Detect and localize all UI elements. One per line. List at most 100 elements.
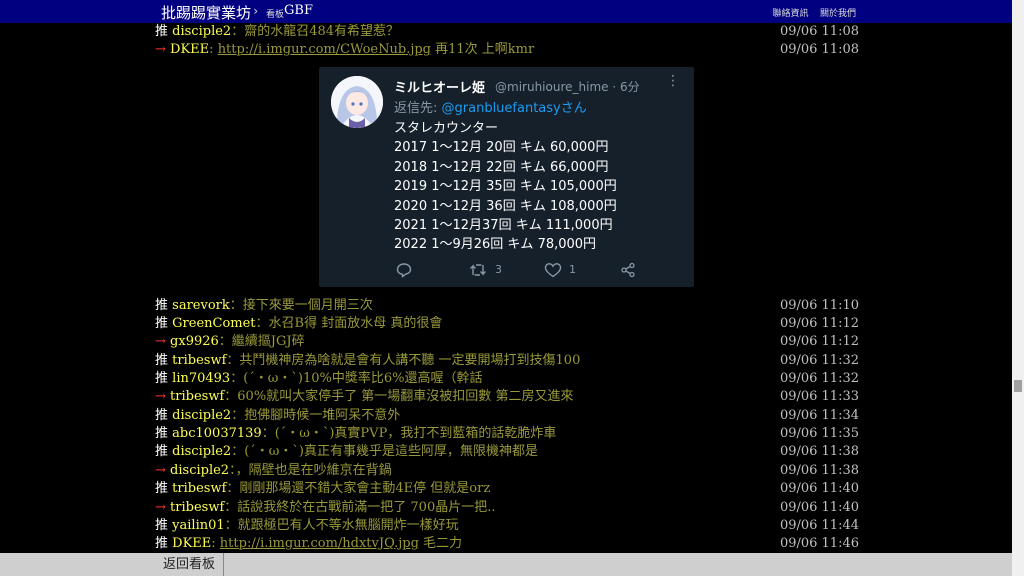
tweet-line: 2020 1～12月 36回 キム 108,000円 [394,198,617,214]
avatar [331,76,383,128]
about-link[interactable]: 關於我們 [820,9,856,19]
comment-user: gx9926 [170,334,219,349]
push-tag: 推 [155,408,169,423]
push-tag: 推 [155,426,169,441]
comment-text: ：(ˊ・ω・ˋ)真實PVP，我打不到藍箱的話乾脆炸車 [261,426,557,441]
image-link[interactable]: http://i.imgur.com/hdxtvJQ.jpg [220,536,419,551]
push-tag: 推 [155,481,169,496]
reply-icon[interactable] [396,262,412,281]
comment-text: ：話說我終於在古戰前滿一把了 700晶片一把.. [224,500,496,515]
breadcrumb-board-link[interactable]: GBF [284,3,313,18]
reply-mention-link[interactable]: @granbluefantasy [442,101,561,116]
comment-row: 推 disciple2：齋的水龍召484有希望惹？ 09/06 11:08 [155,23,865,41]
comment-user: tribeswf [172,481,227,496]
comment-row: 推 sarevork：接下來要一個月開三次 09/06 11:10 [155,297,865,315]
comment-time: 09/06 11:34 [779,408,859,423]
push-tag: 推 [155,444,169,459]
image-link[interactable]: http://i.imgur.com/CWoeNub.jpg [218,42,431,57]
arrow-tag: → [155,42,166,57]
breadcrumb-separator-icon: › [252,4,260,18]
tweet-line: 2017 1～12月 20回 キム 60,000円 [394,140,609,156]
comment-row: 推 yailin01：就跟極巴有人不等水無腦開炸一樣好玩 09/06 11:44 [155,517,865,535]
scrollbar-thumb[interactable] [1014,380,1022,392]
comment-user: GreenComet [172,316,256,331]
comment-user: tribeswf [172,353,227,368]
comment-user: sarevork [172,298,230,313]
scrollbar[interactable] [1012,0,1024,576]
comment-text: ：60%就叫大家停手了 第一場翻車沒被扣回數 第二房又進來 [224,389,574,404]
comment-row: 推 disciple2：抱佛腳時候一堆阿呆不意外 09/06 11:34 [155,407,865,425]
tweet-line: 2018 1～12月 22回 キム 66,000円 [394,159,609,175]
comment-row: → disciple2：，隔壁也是在吵維京在背鍋 09/06 11:38 [155,462,865,480]
contact-link[interactable]: 聯絡資訊 [773,9,809,19]
tweet-author-name[interactable]: ミルヒオーレ姫 [394,77,485,96]
comment-row: 推 tribeswf：剛剛那場還不錯大家會主動4E停 但就是orz 09/06 … [155,480,865,498]
like-count: 1 [569,263,576,276]
tweet-line: 2019 1～12月 35回 キム 105,000円 [394,179,617,195]
push-tag: 推 [155,353,169,368]
comment-user: tribeswf [170,500,225,515]
comment-text: 毛二力 [418,536,463,551]
comment-time: 09/06 11:08 [779,24,859,39]
comment-text: ：就跟極巴有人不等水無腦開炸一樣好玩 [224,518,459,533]
comment-time: 09/06 11:12 [779,334,859,349]
comment-row: → tribeswf：話說我終於在古戰前滿一把了 700晶片一把.. 09/06… [155,499,865,517]
comment-text: ：水召B得 封面放水母 真的很會 [255,316,443,331]
site-logo-link[interactable]: 批踢踢實業坊 [161,2,251,23]
comment-time: 09/06 11:46 [779,536,859,551]
more-options-icon[interactable]: ⋮ [666,73,680,89]
comment-time: 09/06 11:12 [779,316,859,331]
share-icon[interactable] [620,262,636,281]
push-tag: 推 [155,518,169,533]
retweet-count: 3 [495,263,502,276]
comment-text: ：接下來要一個月開三次 [229,298,373,313]
push-tag: 推 [155,316,169,331]
bottom-bar: 返回看板 [0,553,1012,576]
comment-text: ：(ˊ・ω・ˋ)10%中獎率比6%還高喔（幹話 [230,371,483,386]
comment-user: DKEE [172,536,212,551]
top-bar: 批踢踢實業坊 › 看板 GBF 聯絡資訊 關於我們 [0,0,1012,23]
comment-row: → DKEE: http://i.imgur.com/CWoeNub.jpg 再… [155,42,859,57]
tweet-author-handle[interactable]: @miruhioure_hime · 6分 [495,78,640,95]
push-tag: 推 [155,371,169,386]
back-to-board-button[interactable]: 返回看板 [155,553,224,576]
comment-text: ：，隔壁也是在吵維京在背鍋 [229,463,392,478]
comment-row: 推 disciple2：(ˊ・ω・ˋ)真正有事幾乎是這些阿厚，無限機神都是 09… [155,443,865,461]
top-links: 聯絡資訊 關於我們 [767,6,856,19]
comment-time: 09/06 11:08 [779,42,859,57]
comment-user: abc10037139 [172,426,262,441]
comment-user: disciple2 [172,444,232,459]
tweet-actions: 3 1 [394,262,644,282]
like-icon[interactable] [544,262,562,281]
comment-text: ：剛剛那場還不錯大家會主動4E停 但就是orz [226,481,491,496]
comment-time: 09/06 11:32 [779,353,859,368]
push-tag: 推 [155,298,169,313]
comment-row: 推 tribeswf：共鬥機神房為啥就是會有人講不聽 一定要開場打到技傷100 … [155,352,865,370]
comment-row: 推 lin70493：(ˊ・ω・ˋ)10%中獎率比6%還高喔（幹話 09/06 … [155,370,865,388]
comment-user: tribeswf [170,389,225,404]
arrow-tag: → [155,500,166,515]
comment-row: 推 DKEE: http://i.imgur.com/hdxtvJQ.jpg 毛… [155,536,859,551]
retweet-icon[interactable] [469,262,487,281]
push-tag: 推 [155,536,169,551]
comment-row: 推 GreenComet：水召B得 封面放水母 真的很會 09/06 11:12 [155,315,865,333]
comment-text: 再11次 上啊kmr [431,42,535,57]
comment-text: ：齋的水龍召484有希望惹？ [231,24,400,39]
comment-time: 09/06 11:40 [779,500,859,515]
tweet-embed[interactable]: ミルヒオーレ姫 @miruhioure_hime · 6分 ⋮ 返信先: @gr… [319,67,694,287]
tweet-text: スタレカウンター 2017 1～12月 20回 キム 60,000円 2018 … [394,119,617,255]
comment-time: 09/06 11:10 [779,298,859,313]
comment-user: DKEE [170,42,210,57]
comment-user: disciple2 [170,463,230,478]
comment-time: 09/06 11:38 [779,463,859,478]
comment-row: → gx9926：繼續摳JGJ碎 09/06 11:12 [155,333,865,351]
tweet-line: 2022 1～9月26回 キム 78,000円 [394,237,597,253]
comment-row: → tribeswf：60%就叫大家停手了 第一場翻車沒被扣回數 第二房又進來 … [155,388,865,406]
comment-user: yailin01 [172,518,225,533]
comment-text: ：繼續摳JGJ碎 [218,334,305,349]
comment-user: disciple2 [172,24,232,39]
push-tag: 推 [155,24,169,39]
comment-user: lin70493 [172,371,231,386]
comment-user: disciple2 [172,408,232,423]
comment-time: 09/06 11:44 [779,518,859,533]
